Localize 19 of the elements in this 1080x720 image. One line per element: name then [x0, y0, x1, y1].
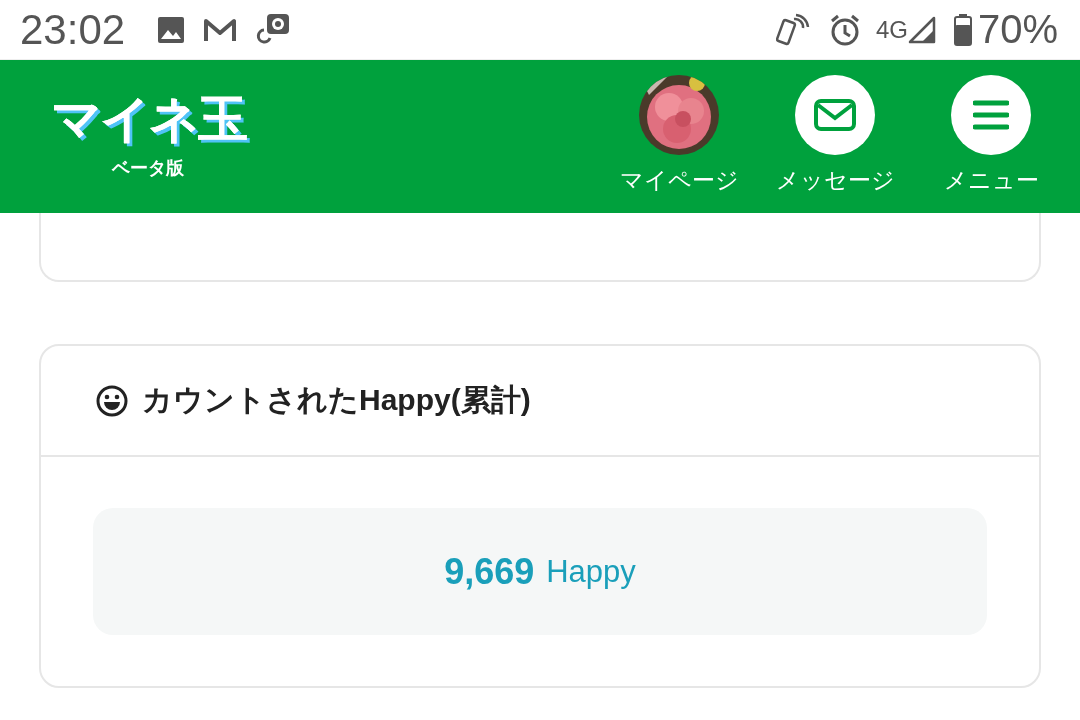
logo-text[interactable]: マイネ玉 [50, 93, 246, 144]
unit-label: Happy [546, 553, 636, 590]
envelope-icon [814, 99, 856, 131]
mail-letter-icon [203, 16, 238, 43]
network-type: 4G [875, 15, 908, 44]
nav-button[interactable]: メニュー [932, 75, 1050, 196]
smiley-icon [96, 384, 128, 417]
phone-signal-icon [775, 12, 810, 47]
menu-icon [973, 100, 1009, 130]
signal-icon [907, 15, 936, 44]
card-title: カウントされたHappy(累計) [142, 382, 531, 418]
battery-percent: 70% [977, 7, 1058, 52]
happy-count: 9,669 [444, 550, 535, 593]
nav-button[interactable]: メッセージ [776, 75, 894, 196]
battery-icon [953, 13, 972, 46]
clock-time: 23:02 [20, 5, 126, 54]
image-icon [157, 15, 186, 44]
beta-label: ベータ版 [112, 155, 184, 180]
nav-button[interactable]: マイページ [620, 75, 738, 196]
